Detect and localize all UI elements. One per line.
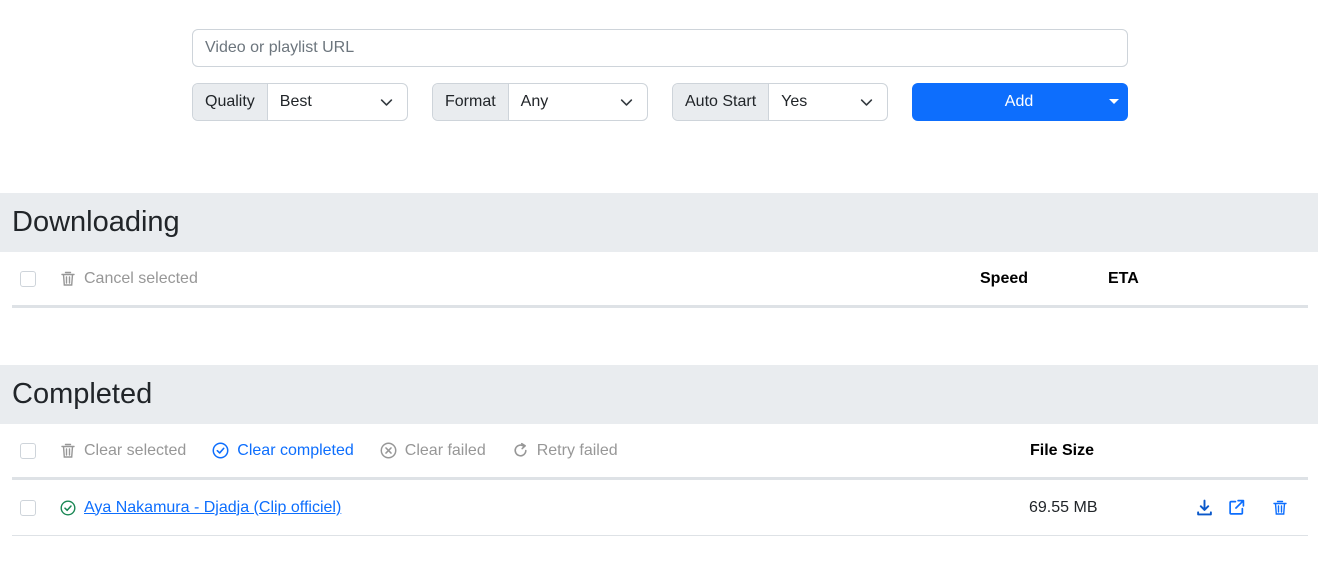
trash-icon	[61, 443, 75, 458]
trash-icon	[1273, 500, 1287, 515]
retry-failed-label: Retry failed	[536, 441, 618, 459]
retry-failed-button[interactable]: Retry failed	[512, 442, 618, 460]
chevron-down-icon	[860, 98, 873, 106]
quality-label: Quality	[193, 84, 268, 120]
clear-selected-label: Clear selected	[84, 441, 187, 459]
add-button[interactable]: Add	[912, 83, 1100, 121]
completed-select-all-checkbox[interactable]	[20, 442, 36, 459]
clear-completed-button[interactable]: Clear completed	[212, 442, 354, 460]
download-title-link[interactable]: Aya Nakamura - Djadja (Clip officiel)	[84, 499, 341, 517]
chevron-down-icon	[620, 98, 633, 106]
download-file-button[interactable]	[1194, 498, 1214, 518]
eta-column-header: ETA	[1108, 269, 1139, 287]
clear-selected-button[interactable]: Clear selected	[60, 442, 186, 460]
quality-select[interactable]: Best	[268, 84, 407, 120]
completed-toolbar: Clear selected Clear completed Clear fai…	[12, 424, 1308, 480]
format-label: Format	[433, 84, 509, 120]
format-value: Any	[520, 93, 549, 110]
check-circle-icon	[60, 499, 76, 516]
completed-title: Completed	[12, 378, 153, 410]
speed-column-header: Speed	[980, 269, 1029, 287]
downloading-section-header: Downloading	[0, 193, 1318, 252]
file-size-column-header: File Size	[1030, 441, 1095, 459]
chevron-down-icon	[380, 98, 393, 106]
format-select[interactable]: Any	[509, 84, 647, 120]
quality-value: Best	[279, 93, 312, 110]
clear-failed-button[interactable]: Clear failed	[380, 442, 486, 460]
delete-item-button[interactable]	[1270, 498, 1290, 518]
caret-down-icon	[1109, 99, 1119, 104]
trash-icon	[61, 271, 75, 286]
url-input[interactable]	[192, 29, 1128, 67]
table-row: Aya Nakamura - Djadja (Clip officiel) 69…	[12, 480, 1308, 536]
add-button-group: Add	[912, 83, 1128, 121]
row-checkbox[interactable]	[20, 499, 36, 516]
add-options-toggle[interactable]	[1100, 83, 1128, 121]
downloading-select-all-checkbox[interactable]	[20, 270, 36, 287]
file-size-value: 69.55 MB	[1029, 498, 1098, 516]
x-circle-icon	[380, 442, 397, 459]
retry-icon	[514, 442, 527, 457]
cancel-selected-button[interactable]: Cancel selected	[60, 270, 198, 288]
clear-failed-label: Clear failed	[404, 441, 486, 459]
open-external-button[interactable]	[1226, 498, 1246, 518]
quality-select-group: Quality Best	[192, 83, 408, 121]
download-icon	[1196, 499, 1212, 516]
format-select-group: Format Any	[432, 83, 648, 121]
auto-start-select-group: Auto Start Yes	[672, 83, 888, 121]
downloading-title: Downloading	[12, 206, 180, 238]
clear-completed-label: Clear completed	[237, 441, 354, 459]
cancel-selected-label: Cancel selected	[84, 269, 198, 287]
downloading-toolbar: Cancel selected Speed ETA	[12, 252, 1308, 308]
auto-start-value: Yes	[781, 93, 808, 110]
completed-section-header: Completed	[0, 365, 1318, 424]
auto-start-label: Auto Start	[673, 84, 770, 120]
open-external-icon	[1228, 499, 1244, 515]
auto-start-select[interactable]: Yes	[769, 84, 887, 120]
check-circle-icon	[212, 442, 229, 459]
